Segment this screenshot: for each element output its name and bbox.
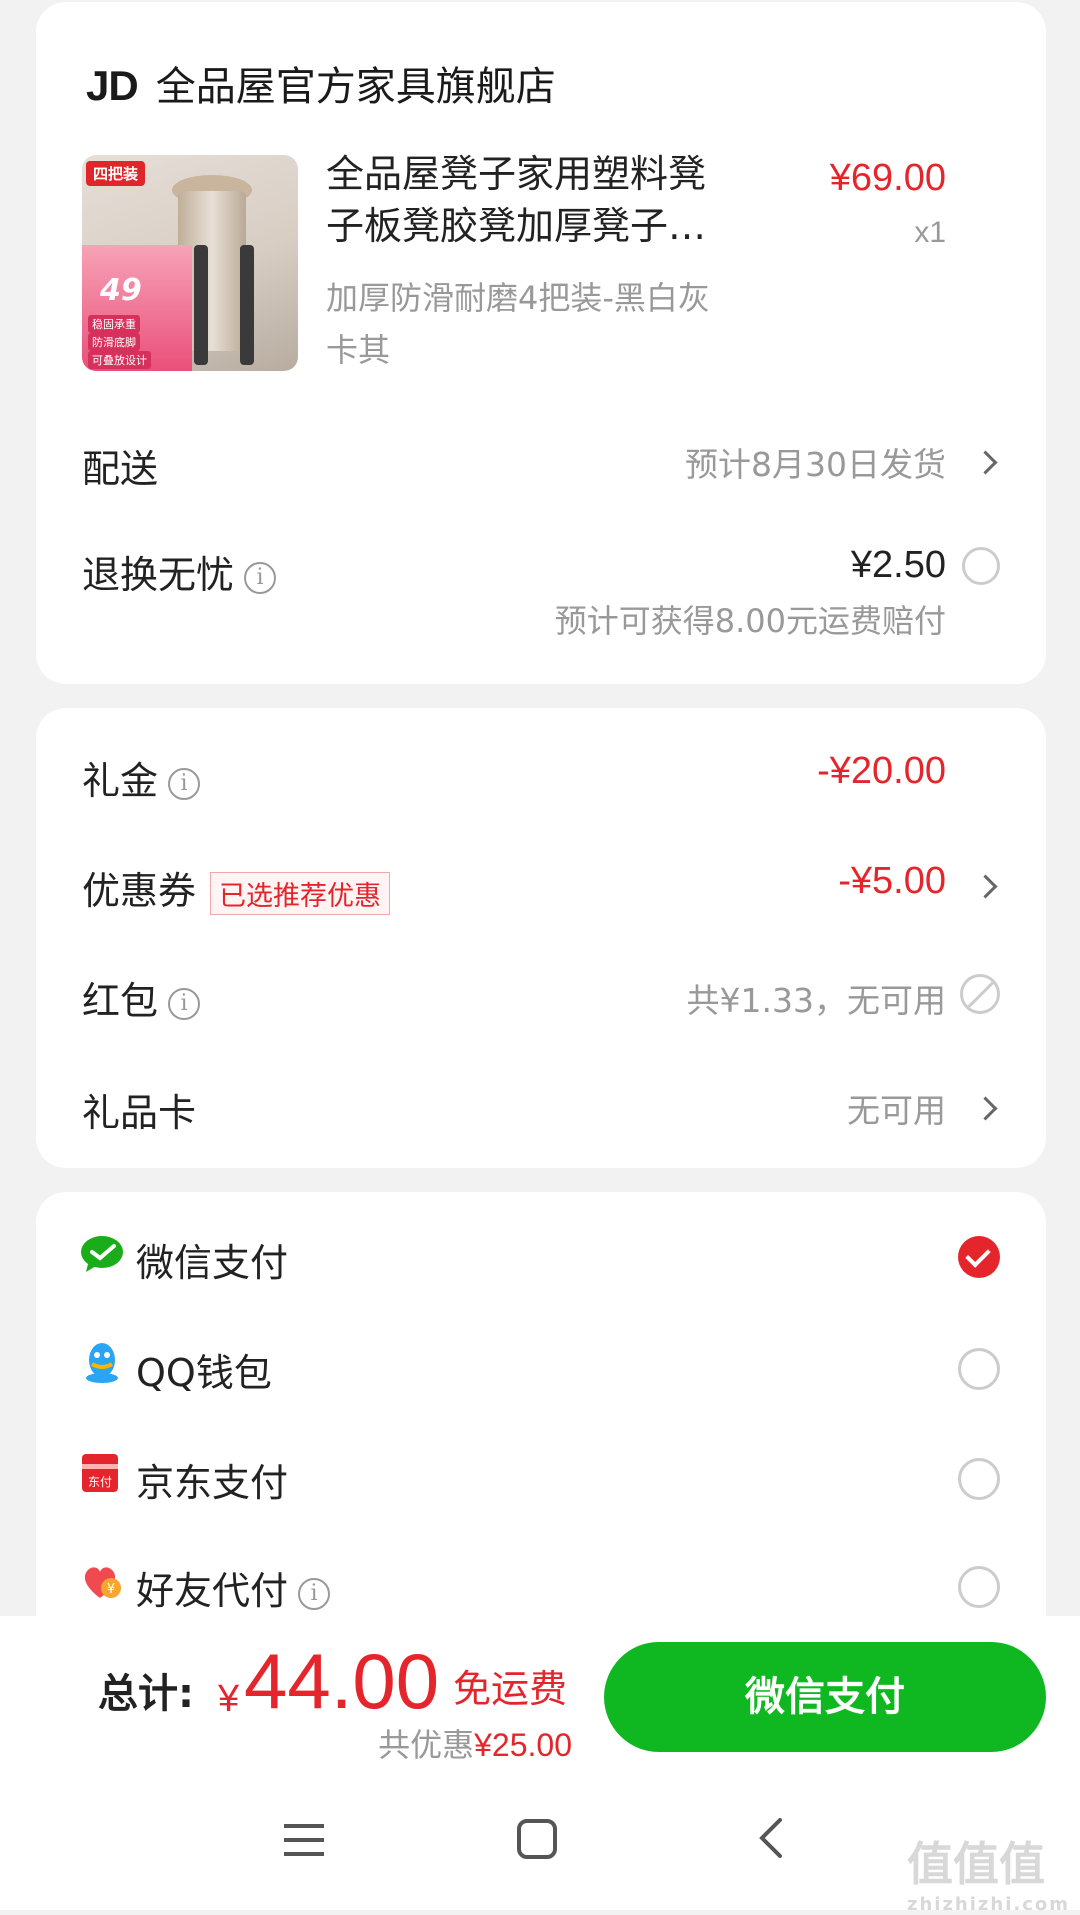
payment-radio[interactable] — [958, 1566, 1000, 1608]
delivery-label: 配送 — [82, 447, 159, 491]
info-icon[interactable]: i — [244, 561, 277, 594]
thumb-tag: 稳固承重 — [88, 315, 140, 333]
stool-leg-shape — [240, 245, 254, 365]
watermark: 值值值 zhizhizhi.com — [907, 1828, 1070, 1915]
thumb-tag: 防滑底脚 — [88, 333, 140, 351]
red-packet-label-text: 红包 — [82, 979, 159, 1023]
total-amount: 44.00 — [244, 1637, 440, 1725]
payment-option-label[interactable]: QQ钱包 — [136, 1342, 272, 1397]
product-price: ¥69.00 — [829, 157, 946, 199]
saved-prefix: 共优惠 — [378, 1726, 475, 1764]
product-spec: 加厚防滑耐磨4把装-黑白灰 卡其 — [326, 272, 756, 376]
qq-icon — [80, 1340, 124, 1383]
jd-pay-icon: 东付 — [80, 1452, 124, 1492]
payment-option-label: 好友代付 i — [136, 1560, 331, 1615]
jd-logo: JD — [86, 62, 139, 109]
returns-label: 退换无忧 i — [82, 544, 277, 599]
shop-name: 全品屋官方家具旗舰店 — [155, 64, 556, 110]
thumb-price: 49 — [100, 273, 142, 308]
delivery-value[interactable]: 预计8月30日发货 — [685, 438, 946, 486]
total-label: 总计: — [98, 1671, 194, 1717]
product-name[interactable]: 全品屋凳子家用塑料凳 子板凳胶凳加厚凳子… — [326, 148, 736, 252]
info-icon[interactable]: i — [298, 1577, 331, 1610]
returns-label-text: 退换无忧 — [82, 553, 235, 597]
product-name-line: 子板凳胶凳加厚凳子… — [326, 204, 707, 248]
gift-card-value[interactable]: 无可用 — [847, 1084, 946, 1132]
payment-option-label[interactable]: 微信支付 — [136, 1232, 288, 1287]
returns-note: 预计可获得8.00元运费赔付 — [554, 602, 946, 640]
discount-card: 礼金 i -¥20.00 优惠券 已选推荐优惠 -¥5.00 红包 i 共¥1.33，… — [36, 708, 1046, 1168]
returns-radio[interactable] — [962, 547, 1000, 585]
shop-title[interactable]: JD 全品屋官方家具旗舰店 — [86, 54, 556, 112]
gift-money-label-text: 礼金 — [82, 759, 159, 803]
gift-money-label: 礼金 i — [82, 750, 201, 805]
coupon-value[interactable]: -¥5.00 — [838, 860, 946, 903]
svg-text:东付: 东付 — [88, 1475, 112, 1489]
info-icon[interactable]: i — [168, 987, 201, 1020]
gift-money-value: -¥20.00 — [817, 750, 946, 792]
product-quantity: x1 — [914, 216, 946, 249]
payment-radio[interactable] — [958, 1348, 1000, 1390]
product-spec-line: 卡其 — [326, 331, 391, 369]
shipping-note: 免运费 — [453, 1667, 568, 1711]
payment-radio-selected[interactable] — [958, 1236, 1000, 1278]
thumb-badge: 四把装 — [86, 161, 146, 186]
red-packet-label: 红包 i — [82, 970, 201, 1025]
payment-radio[interactable] — [958, 1458, 1000, 1500]
order-card: JD 全品屋官方家具旗舰店 四把装 49 稳固承重 防滑底脚 可叠放设计 全品屋凳… — [36, 2, 1046, 684]
stool-leg-shape — [194, 245, 208, 365]
wechat-icon — [80, 1234, 124, 1274]
gift-card-label: 礼品卡 — [82, 1091, 197, 1135]
svg-text:¥: ¥ — [107, 1582, 115, 1597]
payment-option-label[interactable]: 京东支付 — [136, 1452, 288, 1507]
coupon-label-text: 优惠券 — [82, 869, 197, 913]
thumb-tag: 可叠放设计 — [88, 351, 151, 369]
payment-option-label-text[interactable]: 好友代付 — [136, 1569, 288, 1613]
chevron-right-icon[interactable] — [973, 874, 998, 899]
returns-price: ¥2.50 — [850, 544, 946, 586]
info-icon[interactable]: i — [168, 767, 201, 800]
friend-pay-icon: ¥ — [80, 1560, 124, 1600]
red-packet-value: 共¥1.33，无可用 — [686, 981, 946, 1020]
watermark-sub: zhizhizhi.com — [906, 1894, 1070, 1915]
saved-note: 共优惠¥25.00 — [378, 1720, 572, 1766]
watermark-text: 值值值 — [906, 1837, 1045, 1891]
product-thumbnail[interactable]: 四把装 49 稳固承重 防滑底脚 可叠放设计 — [82, 155, 298, 371]
total-currency: ¥ — [218, 1678, 240, 1720]
coupon-label: 优惠券 已选推荐优惠 — [82, 860, 391, 915]
home-icon[interactable] — [516, 1818, 558, 1864]
disabled-icon — [960, 974, 1000, 1014]
product-name-line: 全品屋凳子家用塑料凳 — [326, 152, 707, 196]
chevron-right-icon[interactable] — [973, 450, 998, 475]
product-spec-line: 加厚防滑耐磨4把装-黑白灰 — [326, 279, 710, 317]
chevron-right-icon[interactable] — [973, 1096, 998, 1121]
menu-icon[interactable] — [284, 1822, 324, 1862]
saved-value: ¥25.00 — [474, 1727, 572, 1763]
back-icon[interactable] — [756, 1816, 784, 1864]
pay-button[interactable]: 微信支付 — [604, 1642, 1046, 1752]
coupon-tag: 已选推荐优惠 — [210, 872, 391, 915]
